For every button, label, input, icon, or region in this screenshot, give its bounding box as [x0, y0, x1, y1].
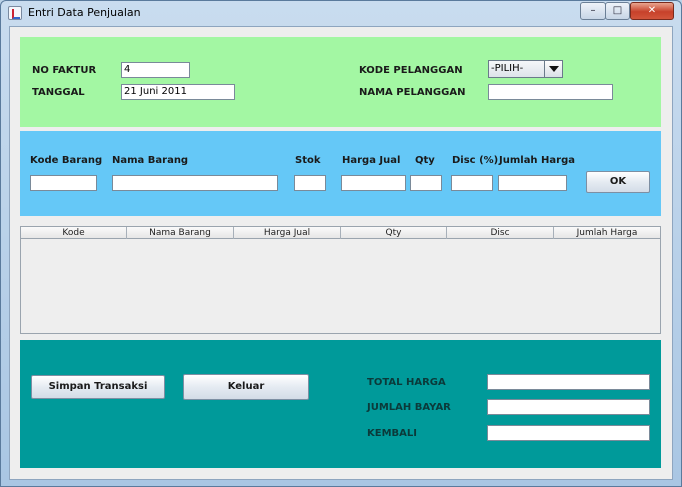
no-faktur-field[interactable]: 4 — [121, 62, 190, 78]
nama-barang-label: Nama Barang — [112, 155, 189, 166]
stok-field[interactable] — [294, 175, 326, 191]
keluar-button[interactable]: Keluar — [183, 374, 309, 400]
content-pane: NO FAKTUR 4 TANGGAL 21 Juni 2011 KODE PE… — [9, 26, 673, 480]
qty-label: Qty — [415, 155, 435, 166]
title-bar[interactable]: Entri Data Penjualan – □ ✕ — [1, 1, 681, 25]
invoice-header-panel: NO FAKTUR 4 TANGGAL 21 Juni 2011 KODE PE… — [20, 37, 661, 127]
kode-pelanggan-selected: -PILIH- — [491, 63, 524, 74]
jumlah-harga-label: Jumlah Harga — [499, 155, 575, 166]
no-faktur-label: NO FAKTUR — [32, 65, 97, 76]
column-header[interactable]: Kode — [21, 227, 127, 239]
stok-label: Stok — [295, 155, 321, 166]
table-header: Kode Nama Barang Harga Jual Qty Disc Jum… — [21, 227, 660, 239]
total-harga-field[interactable] — [487, 374, 650, 390]
jumlah-harga-field[interactable] — [498, 175, 567, 191]
nama-pelanggan-label: NAMA PELANGGAN — [359, 87, 466, 98]
kode-barang-label: Kode Barang — [30, 155, 103, 166]
qty-field[interactable] — [410, 175, 442, 191]
item-entry-panel: Kode Barang Nama Barang Stok Harga Jual … — [20, 131, 661, 216]
column-header[interactable]: Harga Jual — [234, 227, 341, 239]
disc-field[interactable] — [451, 175, 493, 191]
kode-pelanggan-label: KODE PELANGGAN — [359, 65, 463, 76]
simpan-transaksi-button[interactable]: Simpan Transaksi — [31, 375, 165, 399]
kembali-field[interactable] — [487, 425, 650, 441]
column-header[interactable]: Qty — [341, 227, 447, 239]
ok-button[interactable]: OK — [586, 171, 650, 193]
items-table[interactable]: Kode Nama Barang Harga Jual Qty Disc Jum… — [20, 226, 661, 334]
nama-barang-field[interactable] — [112, 175, 278, 191]
close-button[interactable]: ✕ — [630, 2, 674, 20]
minimize-button[interactable]: – — [580, 2, 606, 20]
disc-label: Disc (%) — [452, 155, 499, 166]
java-app-icon — [8, 6, 22, 20]
window-title: Entri Data Penjualan — [28, 6, 141, 19]
column-header[interactable]: Jumlah Harga — [554, 227, 660, 239]
harga-jual-label: Harga Jual — [342, 155, 401, 166]
harga-jual-field[interactable] — [341, 175, 406, 191]
jumlah-bayar-field[interactable] — [487, 399, 650, 415]
tanggal-label: TANGGAL — [32, 87, 85, 98]
tanggal-field[interactable]: 21 Juni 2011 — [121, 84, 235, 100]
chevron-down-icon[interactable] — [544, 61, 562, 77]
column-header[interactable]: Disc — [447, 227, 554, 239]
kode-pelanggan-select[interactable]: -PILIH- — [488, 60, 563, 78]
transaction-footer-panel: Simpan Transaksi Keluar TOTAL HARGA JUML… — [20, 340, 661, 468]
app-window: Entri Data Penjualan – □ ✕ NO FAKTUR 4 T… — [0, 0, 682, 487]
total-harga-label: TOTAL HARGA — [367, 377, 446, 388]
column-header[interactable]: Nama Barang — [127, 227, 234, 239]
jumlah-bayar-label: JUMLAH BAYAR — [367, 402, 451, 413]
kode-barang-field[interactable] — [30, 175, 97, 191]
maximize-button[interactable]: □ — [605, 2, 630, 20]
nama-pelanggan-field[interactable] — [488, 84, 613, 100]
kembali-label: KEMBALI — [367, 428, 417, 439]
